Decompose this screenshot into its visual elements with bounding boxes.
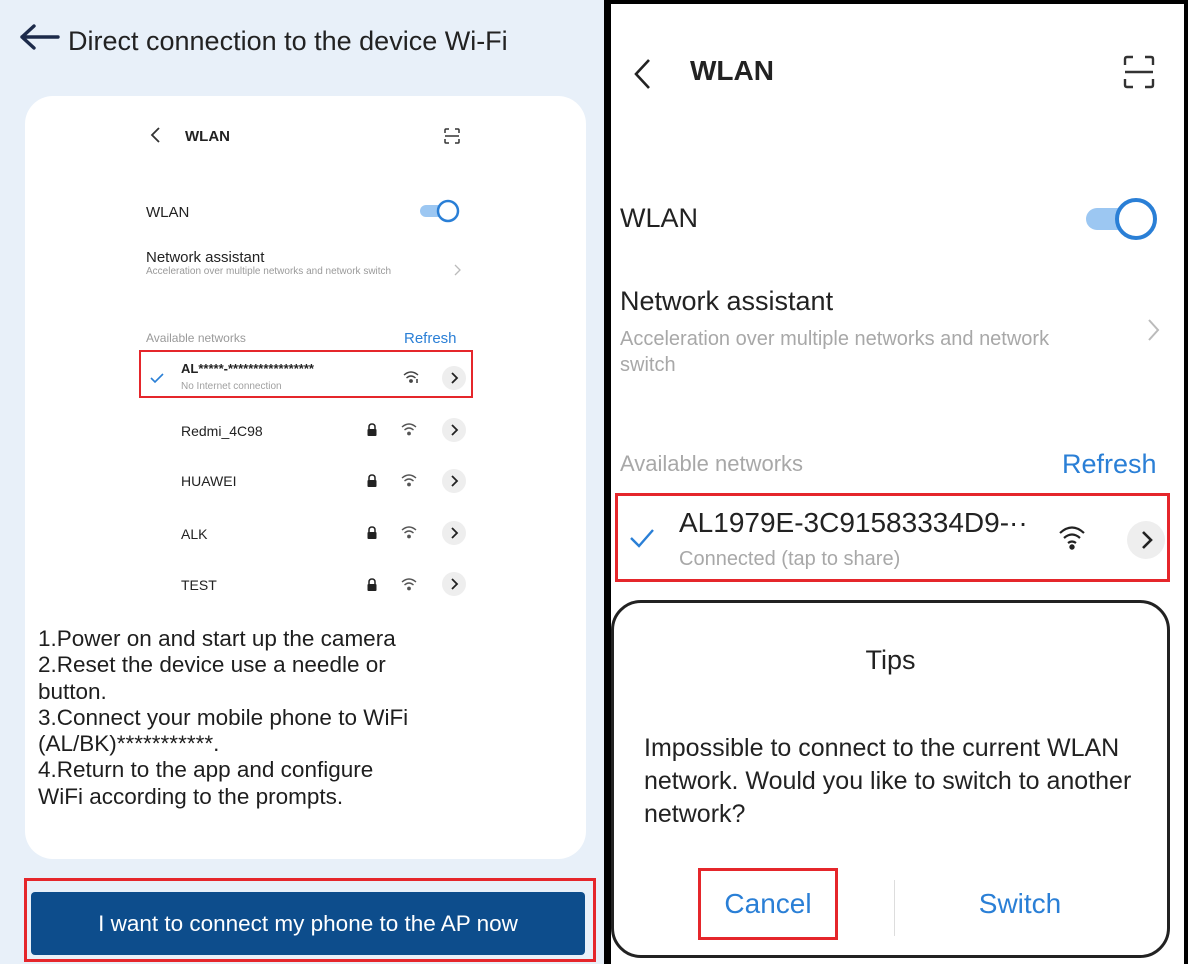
network-assistant-title[interactable]: Network assistant xyxy=(620,286,833,317)
dialog-title: Tips xyxy=(865,645,916,675)
switch-button[interactable]: Switch xyxy=(940,888,1100,920)
mini-network-assistant-subtitle: Acceleration over multiple networks and … xyxy=(146,266,392,277)
mini-details-arrow-icon xyxy=(442,366,466,390)
details-arrow-icon xyxy=(442,418,466,442)
mini-network-name: HUAWEI xyxy=(181,473,237,489)
instruction-line: button. xyxy=(38,678,107,704)
lock-icon xyxy=(366,578,378,592)
wifi-icon xyxy=(401,578,417,591)
instruction-text: 1.Power on and start up the camera 2.Res… xyxy=(38,626,578,810)
mini-network-name: ALK xyxy=(181,526,208,542)
check-icon xyxy=(628,527,656,549)
panel-divider xyxy=(604,0,611,964)
mini-network-name: TEST xyxy=(181,577,217,593)
cancel-button[interactable]: Cancel xyxy=(698,888,838,920)
mini-back-icon xyxy=(149,125,163,145)
page-title: Direct connection to the device Wi-Fi xyxy=(68,26,508,56)
chevron-right-icon xyxy=(1145,317,1161,343)
mini-chevron-right-icon xyxy=(452,263,462,277)
connected-network-name[interactable]: AL1979E-3C91583334D9-·· xyxy=(679,507,1028,539)
details-arrow-icon[interactable] xyxy=(1127,521,1165,559)
scan-icon[interactable] xyxy=(1122,54,1156,90)
connect-to-ap-button[interactable]: I want to connect my phone to the AP now xyxy=(31,892,585,955)
mini-connected-network-name: AL*****-***************** xyxy=(181,361,314,376)
wifi-icon xyxy=(401,526,417,539)
wlan-label: WLAN xyxy=(620,203,699,233)
details-arrow-icon xyxy=(442,572,466,596)
back-chevron-icon[interactable] xyxy=(632,56,654,92)
lock-icon xyxy=(366,474,378,488)
dialog-button-separator xyxy=(894,880,895,936)
connected-network-status: Connected (tap to share) xyxy=(679,548,901,570)
dialog-message: Impossible to connect to the current WLA… xyxy=(644,734,1132,828)
refresh-link[interactable]: Refresh xyxy=(1062,449,1157,480)
wifi-icon xyxy=(401,474,417,487)
details-arrow-icon xyxy=(442,521,466,545)
mini-check-icon xyxy=(149,372,165,384)
network-assistant-subtitle: Acceleration over multiple networks and … xyxy=(620,328,1050,376)
instruction-line: (AL/BK)***********. xyxy=(38,731,220,757)
instruction-line: 4.Return to the app and configure xyxy=(38,757,374,783)
instruction-line: 1.Power on and start up the camera xyxy=(38,626,396,651)
mini-wlan-toggle xyxy=(419,198,461,224)
instruction-line: WiFi according to the prompts. xyxy=(38,783,344,809)
mini-scan-icon xyxy=(443,127,461,145)
instruction-line: 2.Reset the device use a needle or xyxy=(38,652,386,678)
details-arrow-icon xyxy=(442,469,466,493)
mini-available-networks-label: Available networks xyxy=(146,331,246,345)
mini-wlan-label: WLAN xyxy=(146,204,190,221)
wifi-icon xyxy=(401,423,417,436)
back-arrow-icon[interactable] xyxy=(18,22,62,52)
lock-icon xyxy=(366,526,378,540)
mini-network-assistant-title: Network assistant xyxy=(146,249,265,266)
mini-refresh-link: Refresh xyxy=(404,330,457,347)
wlan-title: WLAN xyxy=(690,55,774,86)
wlan-toggle[interactable] xyxy=(1084,196,1158,242)
instruction-line: 3.Connect your mobile phone to WiFi xyxy=(38,704,409,730)
mini-network-name: Redmi_4C98 xyxy=(181,423,263,439)
mini-wlan-title: WLAN xyxy=(185,128,230,145)
mini-connected-network-status: No Internet connection xyxy=(181,381,282,392)
wifi-icon xyxy=(1057,524,1087,550)
lock-icon xyxy=(366,423,378,437)
available-networks-label: Available networks xyxy=(620,451,804,476)
mini-wifi-icon xyxy=(402,370,420,384)
